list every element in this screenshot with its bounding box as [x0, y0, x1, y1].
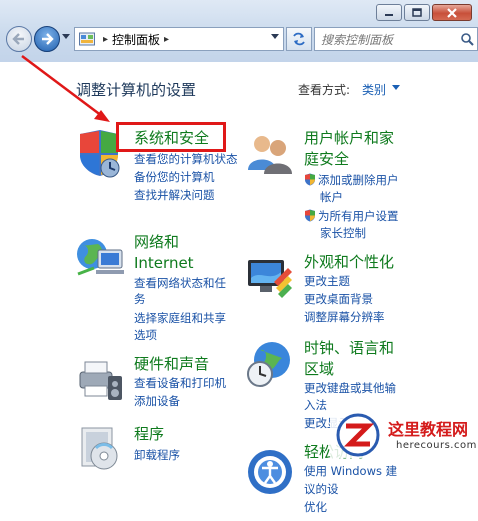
link-homegroup-sharing[interactable]: 选择家庭组和共享 — [134, 309, 226, 327]
link-backup-computer[interactable]: 备份您的计算机 — [134, 168, 215, 186]
printer-speaker-icon[interactable] — [74, 354, 126, 406]
window-controls — [376, 4, 472, 21]
search-input[interactable]: 搜索控制面板 — [314, 27, 478, 51]
link-parental-controls-2[interactable]: 家长控制 — [320, 224, 366, 242]
control-panel-icon — [79, 32, 95, 46]
link-add-remove-accounts[interactable]: 添加或删除用户 — [304, 171, 399, 189]
link-change-desktop-background[interactable]: 更改桌面背景 — [304, 290, 373, 308]
breadcrumb-separator-2[interactable]: ▸ — [164, 34, 169, 45]
link-adjust-resolution[interactable]: 调整屏幕分辨率 — [304, 308, 385, 326]
view-by-chevron-icon[interactable] — [392, 85, 400, 91]
appearance-monitor-icon[interactable] — [244, 252, 296, 304]
link-windows-suggestions-2[interactable]: 议的设 — [304, 480, 339, 498]
link-optimize-display[interactable]: 优化 — [304, 498, 327, 516]
uac-shield-icon — [305, 209, 315, 222]
link-change-keyboard-2[interactable]: 入法 — [304, 396, 327, 414]
highlight-box — [116, 122, 226, 152]
watermark-title: 这里教程网 — [388, 420, 469, 439]
user-accounts-icon[interactable] — [244, 128, 296, 180]
link-find-fix-problems[interactable]: 查找并解决问题 — [134, 186, 215, 204]
link-add-remove-accounts-text[interactable]: 添加或删除用户 — [318, 173, 399, 187]
refresh-button[interactable] — [286, 27, 312, 51]
address-bar[interactable]: ▸ 控制面板 ▸ — [74, 27, 284, 51]
link-parental-controls-text[interactable]: 为所有用户设置 — [318, 209, 399, 223]
link-windows-suggestions[interactable]: 使用 Windows 建 — [304, 462, 397, 480]
page-title: 调整计算机的设置 — [76, 81, 197, 99]
watermark-url: herecours.com — [396, 440, 477, 451]
link-view-computer-status[interactable]: 查看您的计算机状态 — [134, 150, 238, 168]
back-arrow-icon — [12, 33, 24, 45]
maximize-button[interactable] — [404, 4, 430, 21]
search-placeholder: 搜索控制面板 — [321, 32, 394, 47]
view-by-label: 查看方式: — [298, 83, 351, 97]
category-user-accounts-title[interactable]: 用户帐户和家 — [304, 128, 394, 149]
back-button[interactable] — [6, 26, 32, 52]
forward-button[interactable] — [34, 26, 60, 52]
link-devices-printers[interactable]: 查看设备和打印机 — [134, 374, 226, 392]
view-by-dropdown[interactable]: 类别 — [362, 81, 386, 98]
address-dropdown-icon[interactable] — [271, 34, 279, 40]
uac-shield-icon — [305, 173, 315, 186]
network-globe-icon[interactable] — [74, 234, 126, 286]
close-icon — [447, 7, 457, 18]
breadcrumb-separator: ▸ — [103, 33, 109, 45]
category-programs-title[interactable]: 程序 — [134, 424, 164, 445]
window-chrome: ▸ 控制面板 ▸ 搜索控制面板 — [0, 0, 478, 62]
close-button[interactable] — [432, 4, 472, 21]
link-add-device[interactable]: 添加设备 — [134, 392, 180, 410]
link-view-network-status[interactable]: 查看网络状态和任 — [134, 274, 226, 292]
category-network-internet-title[interactable]: 网络和 — [134, 232, 179, 253]
programs-disc-icon[interactable] — [74, 422, 126, 474]
category-network-internet-title-2[interactable]: Internet — [134, 253, 194, 274]
clock-globe-icon[interactable] — [244, 338, 296, 390]
link-parental-controls[interactable]: 为所有用户设置 — [304, 207, 399, 225]
link-change-keyboard[interactable]: 更改键盘或其他输 — [304, 379, 396, 397]
refresh-icon — [293, 32, 305, 46]
navigation-bar: ▸ 控制面板 ▸ 搜索控制面板 — [4, 26, 478, 54]
link-uninstall-program[interactable]: 卸载程序 — [134, 446, 180, 464]
minimize-button[interactable] — [376, 4, 402, 21]
link-add-remove-accounts-2[interactable]: 帐户 — [320, 188, 343, 206]
forward-arrow-icon — [42, 33, 54, 45]
category-hardware-sound-title[interactable]: 硬件和声音 — [134, 354, 209, 375]
category-appearance-title[interactable]: 外观和个性化 — [304, 252, 394, 273]
link-change-theme[interactable]: 更改主题 — [304, 272, 350, 290]
category-user-accounts-title-2[interactable]: 庭安全 — [304, 149, 349, 170]
minimize-icon — [385, 13, 393, 16]
breadcrumb-control-panel[interactable]: 控制面板 — [112, 31, 160, 48]
recent-pages-dropdown-icon[interactable] — [62, 34, 70, 40]
category-clock-language-title-2[interactable]: 区域 — [304, 359, 334, 380]
category-clock-language-title[interactable]: 时钟、语言和 — [304, 338, 394, 359]
maximize-icon — [412, 8, 422, 17]
link-view-network-status-2[interactable]: 务 — [134, 290, 146, 308]
link-homegroup-sharing-2[interactable]: 选项 — [134, 326, 157, 344]
ease-of-access-icon[interactable] — [244, 446, 296, 498]
search-icon[interactable] — [460, 32, 474, 46]
